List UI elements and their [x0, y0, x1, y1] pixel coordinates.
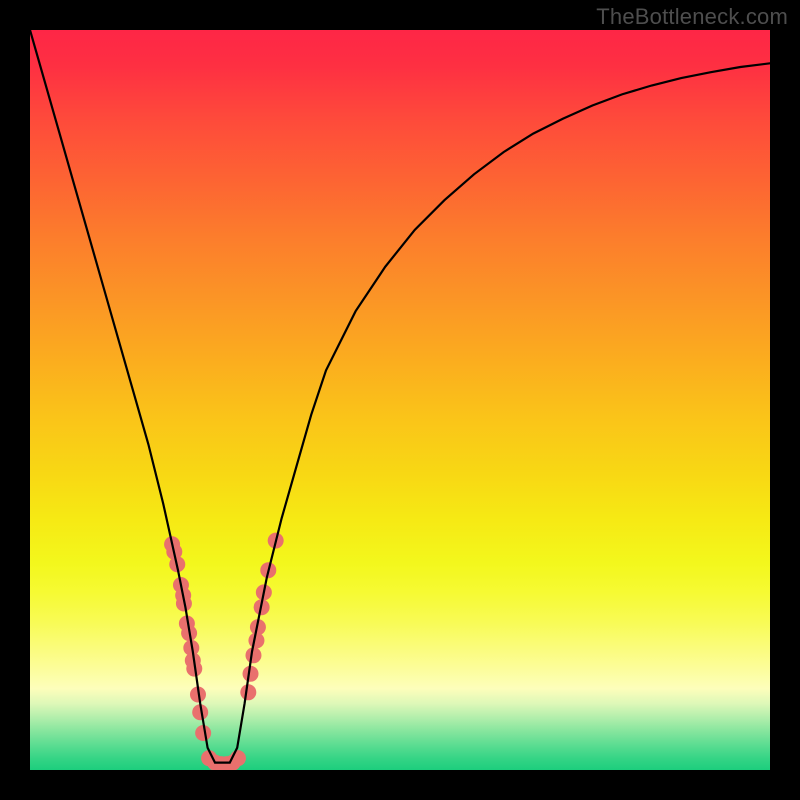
plot-area	[30, 30, 770, 770]
dot-cluster-group	[164, 533, 284, 770]
data-dot	[240, 684, 256, 700]
bottleneck-curve	[30, 30, 770, 763]
plot-svg	[30, 30, 770, 770]
chart-frame: TheBottleneck.com	[0, 0, 800, 800]
watermark-text: TheBottleneck.com	[596, 4, 788, 30]
